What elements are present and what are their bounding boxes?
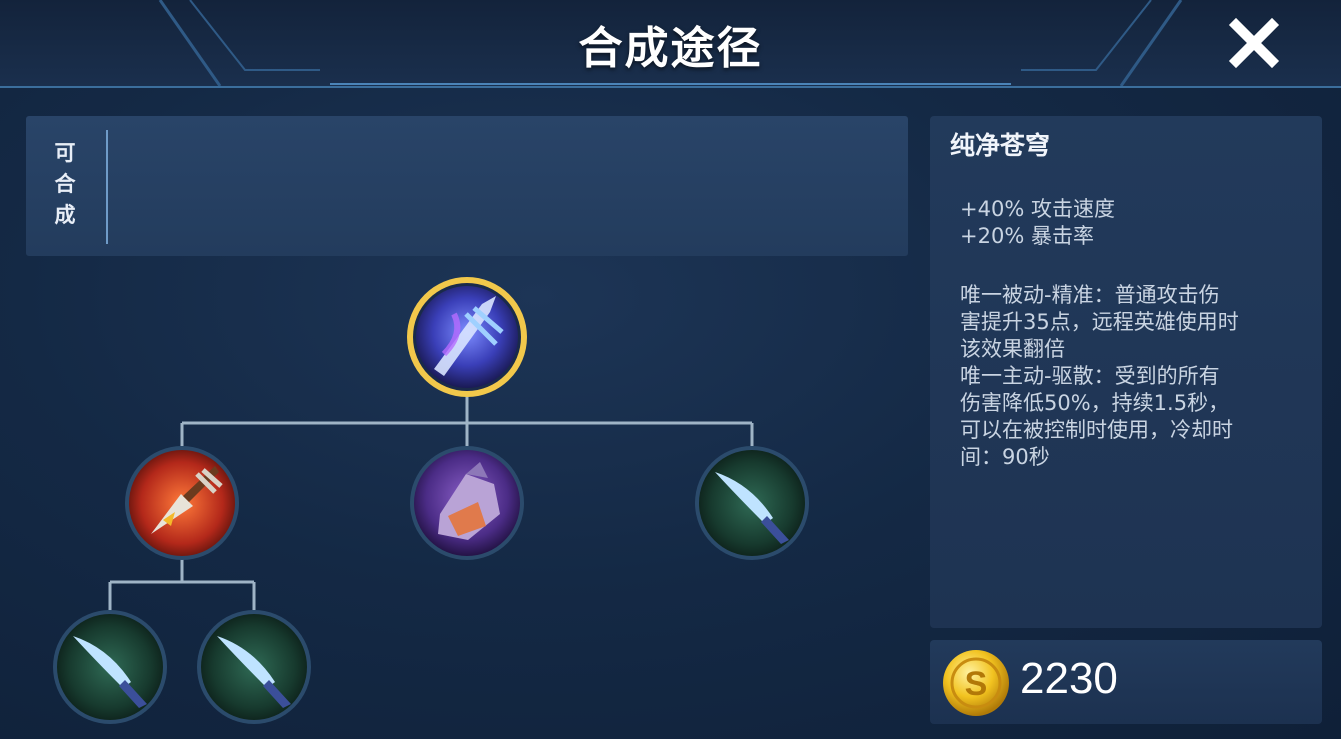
item-stats: +40% 攻击速度 +20% 暴击率	[960, 196, 1115, 250]
subcomponent-slot-2[interactable]	[195, 608, 313, 726]
svg-text:S: S	[965, 665, 988, 703]
ice-dagger-icon	[53, 610, 167, 724]
ice-dagger-icon	[695, 446, 809, 560]
red-spear-icon	[125, 446, 239, 560]
purple-glove-icon	[410, 446, 524, 560]
item-name: 纯净苍穹	[950, 131, 1051, 160]
close-icon	[1228, 17, 1280, 69]
ice-dagger-icon	[197, 610, 311, 724]
recipe-tree	[0, 0, 930, 739]
component-slot-2[interactable]	[408, 444, 526, 562]
stat-line: +40% 攻击速度	[960, 197, 1115, 221]
stat-line: +20% 暴击率	[960, 224, 1094, 248]
component-slot-1[interactable]	[123, 444, 241, 562]
root-item-slot[interactable]	[404, 274, 530, 400]
item-description: 唯一被动-精准：普通攻击伤 害提升35点，远程英雄使用时 该效果翻倍 唯一主动-…	[960, 282, 1305, 471]
description-line: 间：90秒	[960, 445, 1050, 469]
description-line: 唯一主动-驱散：受到的所有	[960, 364, 1220, 388]
price-panel: S 2230	[930, 640, 1322, 724]
description-line: 伤害降低50%，持续1.5秒，	[960, 391, 1230, 415]
description-line: 害提升35点，远程英雄使用时	[960, 310, 1239, 334]
description-line: 唯一被动-精准：普通攻击伤	[960, 283, 1220, 307]
blue-purple-sword-icon	[407, 277, 527, 397]
gold-coin-icon: S	[940, 647, 1012, 719]
description-line: 该效果翻倍	[960, 337, 1065, 361]
subcomponent-slot-1[interactable]	[51, 608, 169, 726]
description-line: 可以在被控制时使用，冷却时	[960, 418, 1233, 442]
component-slot-3[interactable]	[693, 444, 811, 562]
item-info-panel: 纯净苍穹 +40% 攻击速度 +20% 暴击率 唯一被动-精准：普通攻击伤 害提…	[930, 116, 1322, 628]
item-price: 2230	[1020, 654, 1118, 703]
close-button[interactable]	[1222, 14, 1286, 72]
